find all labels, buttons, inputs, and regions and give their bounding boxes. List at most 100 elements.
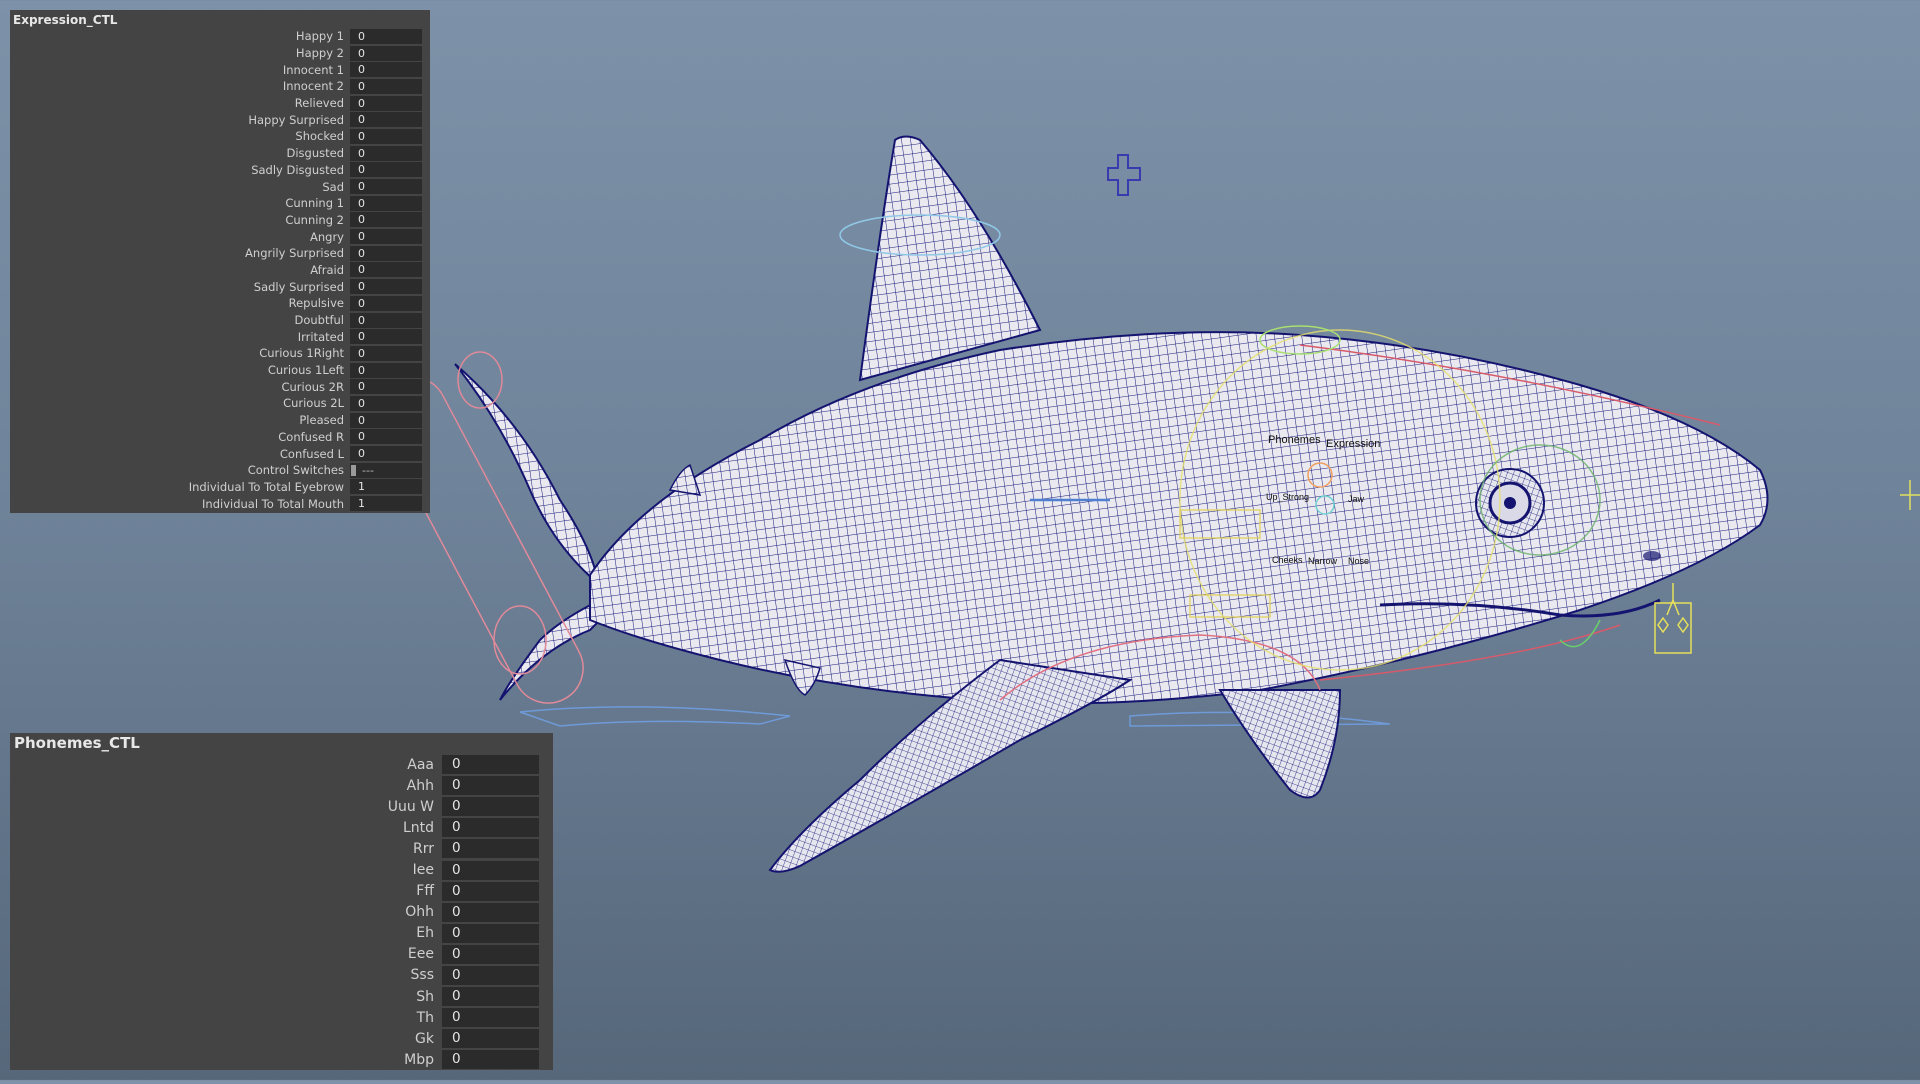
attribute-row[interactable]: Individual To Total Eyebrow 1 — [10, 479, 430, 496]
attribute-value-field[interactable]: 0 — [350, 379, 422, 395]
attribute-row[interactable]: Sh 0 — [10, 986, 553, 1007]
attribute-row[interactable]: Iee 0 — [10, 859, 553, 880]
attribute-value-field[interactable]: 0 — [350, 195, 422, 211]
attribute-row[interactable]: Pleased 0 — [10, 412, 430, 429]
attribute-value-field[interactable]: 0 — [442, 818, 539, 838]
attribute-row[interactable]: Fff 0 — [10, 881, 553, 902]
attribute-value-field[interactable]: 0 — [350, 279, 422, 295]
jaw-control[interactable] — [1654, 583, 1692, 654]
attribute-row[interactable]: Cunning 2 0 — [10, 212, 430, 229]
phonemes-control-label: Phonemes — [1268, 434, 1321, 446]
attribute-value-field[interactable]: 0 — [350, 345, 422, 361]
attribute-value-field[interactable]: 0 — [350, 145, 422, 161]
attribute-value-field[interactable]: 0 — [350, 245, 422, 261]
eye[interactable] — [1475, 468, 1545, 538]
attribute-value-field[interactable]: 0 — [442, 1029, 539, 1049]
attribute-value-field[interactable]: 0 — [350, 295, 422, 311]
attribute-value-field[interactable]: 0 — [350, 429, 422, 445]
attribute-row[interactable]: Curious 2L 0 — [10, 395, 430, 412]
attribute-row[interactable]: Angry 0 — [10, 228, 430, 245]
attribute-value-field[interactable]: 0 — [350, 28, 422, 44]
attribute-value-field[interactable]: 0 — [350, 162, 422, 178]
attribute-row[interactable]: Relieved 0 — [10, 95, 430, 112]
attribute-row[interactable]: Curious 1Left 0 — [10, 362, 430, 379]
attribute-row[interactable]: Confused R 0 — [10, 429, 430, 446]
attribute-row[interactable]: Innocent 2 0 — [10, 78, 430, 95]
attribute-row[interactable]: Eh 0 — [10, 923, 553, 944]
attribute-row[interactable]: Sss 0 — [10, 965, 553, 986]
attribute-value-field[interactable]: 0 — [350, 312, 422, 328]
attribute-value-field[interactable]: 0 — [442, 944, 539, 964]
attribute-value-field[interactable]: 0 — [442, 1050, 539, 1070]
attribute-row[interactable]: Happy 1 0 — [10, 28, 430, 45]
attribute-row[interactable]: Curious 1Right 0 — [10, 345, 430, 362]
attribute-row[interactable]: Sadly Surprised 0 — [10, 278, 430, 295]
attribute-value-field[interactable]: 0 — [442, 797, 539, 817]
attribute-row[interactable]: Doubtful 0 — [10, 312, 430, 329]
attribute-value-field[interactable]: 0 — [442, 1008, 539, 1028]
dorsal-fin[interactable] — [858, 135, 1042, 382]
attribute-label: Sh — [416, 988, 434, 1005]
attribute-label: Gk — [415, 1030, 434, 1047]
tail-fin[interactable] — [454, 363, 622, 701]
attribute-row[interactable]: Angrily Surprised 0 — [10, 245, 430, 262]
attribute-value-field[interactable]: --- — [350, 462, 422, 478]
attribute-row[interactable]: Disgusted 0 — [10, 145, 430, 162]
attribute-row[interactable]: Ahh 0 — [10, 775, 553, 796]
attribute-row[interactable]: Shocked 0 — [10, 128, 430, 145]
attribute-row[interactable]: Repulsive 0 — [10, 295, 430, 312]
attribute-row[interactable]: Sad 0 — [10, 178, 430, 195]
attribute-value-field[interactable]: 0 — [442, 923, 539, 943]
attribute-row[interactable]: Irritated 0 — [10, 328, 430, 345]
attribute-value-field[interactable]: 0 — [350, 212, 422, 228]
attribute-value-field[interactable]: 0 — [350, 62, 422, 78]
attribute-value-field[interactable]: 0 — [350, 128, 422, 144]
attribute-value-field[interactable]: 1 — [350, 479, 422, 495]
attribute-value-field[interactable]: 0 — [442, 839, 539, 859]
attribute-value-field[interactable]: 0 — [442, 987, 539, 1007]
attribute-value-field[interactable]: 0 — [442, 776, 539, 796]
attribute-row[interactable]: Innocent 1 0 — [10, 61, 430, 78]
attribute-value-field[interactable]: 1 — [350, 496, 422, 512]
attribute-row[interactable]: Gk 0 — [10, 1028, 553, 1049]
attribute-label: Control Switches — [247, 463, 344, 478]
attribute-row[interactable]: Th 0 — [10, 1007, 553, 1028]
attribute-row[interactable]: Confused L 0 — [10, 445, 430, 462]
attribute-value-field[interactable]: 0 — [350, 329, 422, 345]
attribute-value-field[interactable]: 0 — [350, 362, 422, 378]
attribute-row[interactable]: Control Switches --- — [10, 462, 430, 479]
attribute-row[interactable]: Ohh 0 — [10, 902, 553, 923]
attribute-value-field[interactable]: 0 — [350, 45, 422, 61]
attribute-value-field[interactable]: 0 — [442, 902, 539, 922]
attribute-value-field[interactable]: 0 — [442, 881, 539, 901]
attribute-value-field[interactable]: 0 — [442, 860, 539, 880]
attribute-row[interactable]: Sadly Disgusted 0 — [10, 162, 430, 179]
attribute-value-field[interactable]: 0 — [350, 262, 422, 278]
pelvic-fin[interactable] — [1218, 689, 1342, 799]
attribute-value-field[interactable]: 0 — [350, 229, 422, 245]
attribute-row[interactable]: Rrr 0 — [10, 838, 553, 859]
locator-cross[interactable] — [1107, 154, 1141, 196]
attribute-row[interactable]: Curious 2R 0 — [10, 378, 430, 395]
attribute-row[interactable]: Happy 2 0 — [10, 45, 430, 62]
attribute-row[interactable]: Aaa 0 — [10, 754, 553, 775]
attribute-value-field[interactable]: 0 — [350, 112, 422, 128]
attribute-label: Pleased — [299, 413, 344, 428]
attribute-row[interactable]: Uuu W 0 — [10, 796, 553, 817]
attribute-value-field[interactable]: 0 — [350, 179, 422, 195]
attribute-row[interactable]: Mbp 0 — [10, 1049, 553, 1070]
attribute-row[interactable]: Cunning 1 0 — [10, 195, 430, 212]
attribute-value-field[interactable]: 0 — [350, 446, 422, 462]
attribute-row[interactable]: Afraid 0 — [10, 262, 430, 279]
attribute-value-field[interactable]: 0 — [350, 78, 422, 94]
attribute-value-field[interactable]: 0 — [442, 965, 539, 985]
shark-body[interactable] — [589, 331, 1769, 705]
attribute-value-field[interactable]: 0 — [350, 95, 422, 111]
attribute-row[interactable]: Happy Surprised 0 — [10, 111, 430, 128]
attribute-row[interactable]: Lntd 0 — [10, 817, 553, 838]
attribute-value-field[interactable]: 0 — [350, 395, 422, 411]
attribute-row[interactable]: Eee 0 — [10, 944, 553, 965]
attribute-value-field[interactable]: 0 — [350, 412, 422, 428]
attribute-value-field[interactable]: 0 — [442, 755, 539, 775]
attribute-row[interactable]: Individual To Total Mouth 1 — [10, 495, 430, 512]
